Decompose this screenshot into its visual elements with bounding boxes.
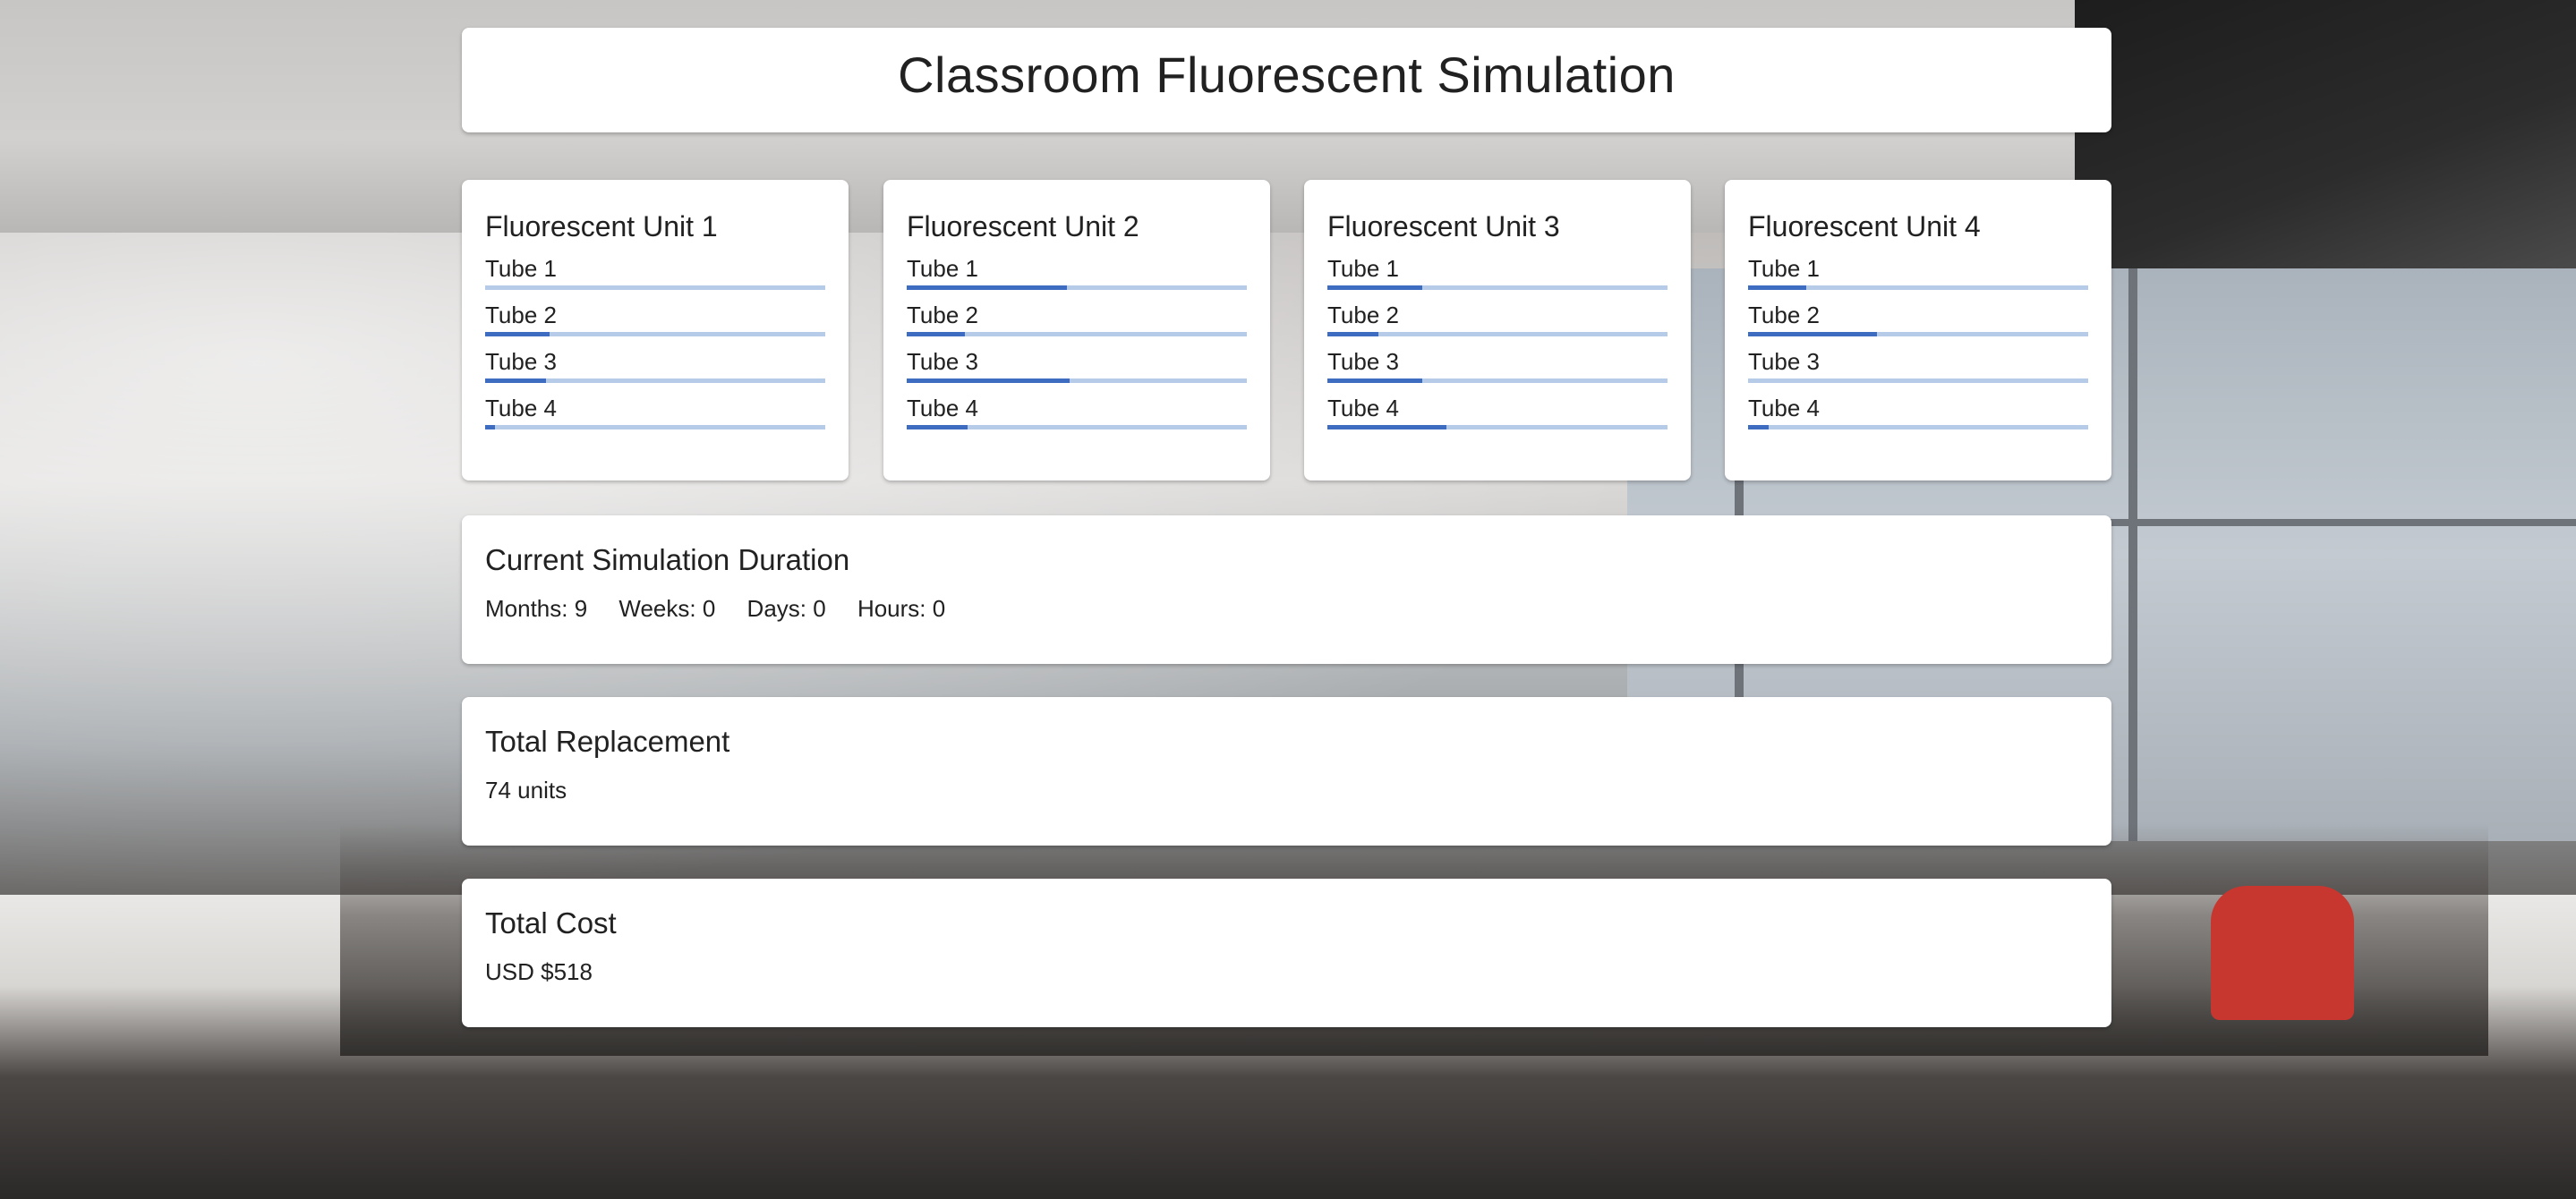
background-ceiling-dark <box>2075 0 2576 268</box>
tube-progress-track <box>907 332 1247 336</box>
duration-hours: Hours: 0 <box>857 595 946 622</box>
tube-label: Tube 4 <box>1748 395 1820 421</box>
unit-title: Fluorescent Unit 2 <box>907 210 1139 242</box>
tube-progress-fill <box>485 425 496 429</box>
tube-label: Tube 3 <box>1327 348 1399 375</box>
tube-progress-fill <box>1748 332 1878 336</box>
tube-label: Tube 1 <box>1327 255 1399 282</box>
tube-label: Tube 3 <box>1748 348 1820 375</box>
tube-progress-track <box>1327 425 1668 429</box>
unit-card-4: Fluorescent Unit 4 Tube 1 Tube 2 Tube 3 … <box>1725 180 2111 480</box>
tube-progress-track <box>485 285 825 290</box>
tube-label: Tube 3 <box>907 348 978 375</box>
tube-progress-track <box>907 425 1247 429</box>
replacement-title: Total Replacement <box>485 725 730 758</box>
duration-months: Months: 9 <box>485 595 588 622</box>
tube-progress-fill <box>485 378 547 383</box>
tube-row: Tube 1 <box>907 255 1247 302</box>
tube-row: Tube 3 <box>485 348 825 395</box>
replacement-card: Total Replacement 74 units <box>462 697 2111 846</box>
tube-progress-fill <box>907 425 968 429</box>
tube-row: Tube 4 <box>1327 395 1668 441</box>
tube-progress-track <box>485 378 825 383</box>
tube-progress-fill <box>1748 285 1806 290</box>
page-title: Classroom Fluorescent Simulation <box>898 47 1676 103</box>
tube-label: Tube 1 <box>907 255 978 282</box>
background-student-red-shirt <box>2211 886 2354 1020</box>
tube-progress-track <box>1748 285 2088 290</box>
tube-progress-fill <box>1327 332 1378 336</box>
tube-label: Tube 2 <box>907 302 978 328</box>
unit-card-2: Fluorescent Unit 2 Tube 1 Tube 2 Tube 3 … <box>883 180 1270 480</box>
tube-progress-track <box>907 285 1247 290</box>
tube-row: Tube 1 <box>1327 255 1668 302</box>
tube-label: Tube 2 <box>485 302 557 328</box>
unit-title: Fluorescent Unit 4 <box>1748 210 1981 242</box>
cost-value: USD $518 <box>485 958 593 985</box>
tube-progress-fill <box>907 285 1067 290</box>
tube-progress-track <box>1327 378 1668 383</box>
tube-progress-track <box>1748 378 2088 383</box>
tube-progress-fill <box>1327 285 1423 290</box>
tube-progress-fill <box>485 332 550 336</box>
cost-title: Total Cost <box>485 906 617 940</box>
tube-progress-fill <box>1748 425 1769 429</box>
tube-label: Tube 3 <box>485 348 557 375</box>
tube-row: Tube 3 <box>1327 348 1668 395</box>
tube-progress-fill <box>907 332 965 336</box>
unit-card-1: Fluorescent Unit 1 Tube 1 Tube 2 Tube 3 … <box>462 180 849 480</box>
tube-progress-track <box>1748 332 2088 336</box>
tube-label: Tube 2 <box>1748 302 1820 328</box>
unit-card-3: Fluorescent Unit 3 Tube 1 Tube 2 Tube 3 … <box>1304 180 1691 480</box>
tube-row: Tube 3 <box>1748 348 2088 395</box>
tube-row: Tube 1 <box>1748 255 2088 302</box>
tube-row: Tube 4 <box>1748 395 2088 441</box>
tube-row: Tube 4 <box>485 395 825 441</box>
tube-progress-track <box>1327 332 1668 336</box>
tube-label: Tube 4 <box>485 395 557 421</box>
tube-row: Tube 2 <box>1327 302 1668 348</box>
tube-row: Tube 2 <box>1748 302 2088 348</box>
tube-label: Tube 2 <box>1327 302 1399 328</box>
duration-card: Current Simulation Duration Months: 9 We… <box>462 515 2111 664</box>
cost-card: Total Cost USD $518 <box>462 879 2111 1027</box>
replacement-value: 74 units <box>485 777 567 804</box>
tube-progress-fill <box>1327 425 1446 429</box>
duration-values: Months: 9 Weeks: 0 Days: 0 Hours: 0 <box>485 594 2088 623</box>
tube-label: Tube 1 <box>1748 255 1820 282</box>
header-card: Classroom Fluorescent Simulation <box>462 28 2111 132</box>
duration-weeks: Weeks: 0 <box>618 595 716 622</box>
tube-label: Tube 1 <box>485 255 557 282</box>
tube-label: Tube 4 <box>907 395 978 421</box>
tube-row: Tube 4 <box>907 395 1247 441</box>
unit-title: Fluorescent Unit 1 <box>485 210 718 242</box>
tube-row: Tube 2 <box>907 302 1247 348</box>
tube-progress-track <box>485 425 825 429</box>
tube-progress-fill <box>907 378 1070 383</box>
tube-progress-track <box>1748 425 2088 429</box>
tube-progress-fill <box>1327 378 1423 383</box>
tube-row: Tube 2 <box>485 302 825 348</box>
unit-title: Fluorescent Unit 3 <box>1327 210 1560 242</box>
duration-title: Current Simulation Duration <box>485 543 850 576</box>
tube-row: Tube 1 <box>485 255 825 302</box>
tube-label: Tube 4 <box>1327 395 1399 421</box>
tube-progress-track <box>485 332 825 336</box>
tube-row: Tube 3 <box>907 348 1247 395</box>
tube-progress-track <box>1327 285 1668 290</box>
duration-days: Days: 0 <box>746 595 826 622</box>
tube-progress-track <box>907 378 1247 383</box>
